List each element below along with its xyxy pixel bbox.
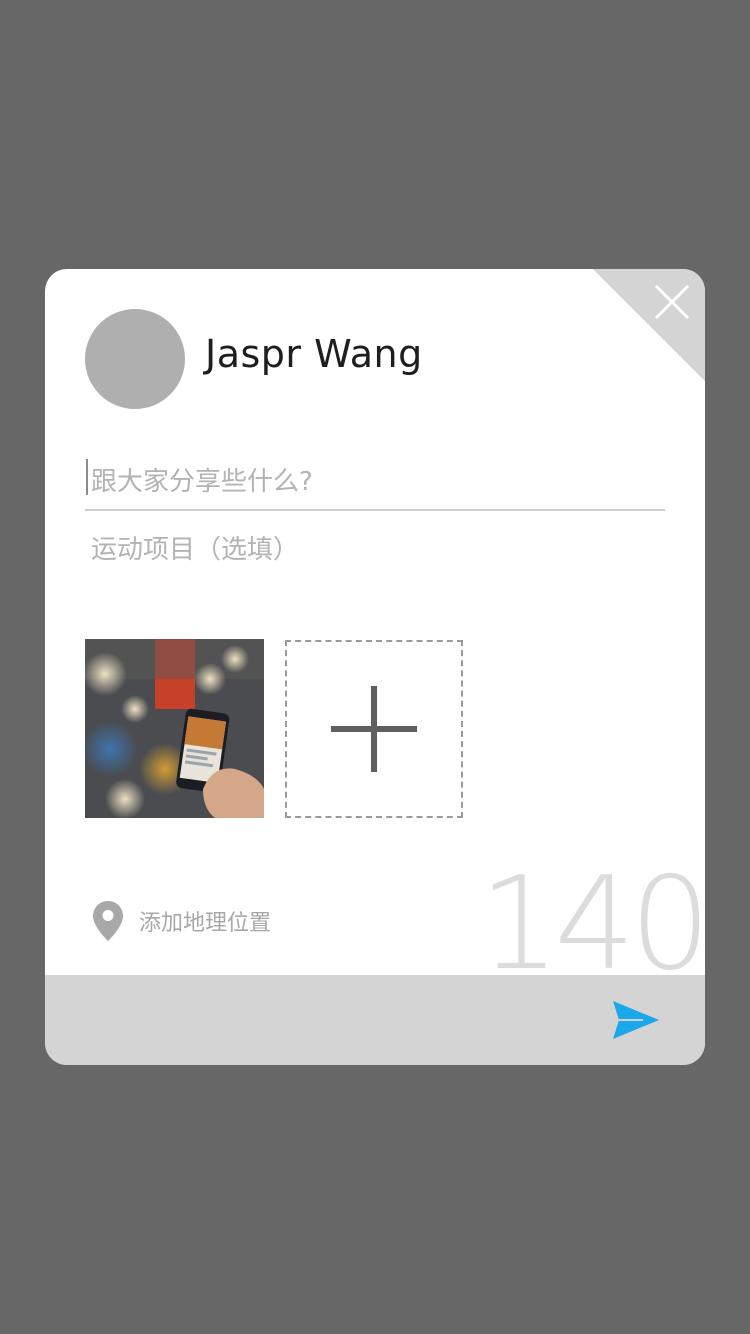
compose-dialog: Jaspr Wang 跟大家分享些什么? 运动项目（选填） 140 添加地理位置 — [45, 269, 705, 1065]
avatar[interactable] — [85, 309, 185, 409]
plus-icon — [331, 686, 417, 772]
close-icon — [654, 284, 690, 320]
map-pin-icon — [93, 901, 123, 941]
share-text-input[interactable] — [85, 455, 665, 511]
add-location-button[interactable]: 添加地理位置 — [93, 899, 271, 943]
sport-type-input[interactable] — [85, 527, 665, 573]
add-photo-button[interactable] — [285, 640, 463, 818]
close-button[interactable] — [651, 281, 693, 323]
character-counter: 140 — [478, 850, 705, 999]
attached-photo-thumbnail[interactable] — [85, 639, 264, 818]
send-icon — [613, 1001, 659, 1039]
location-label: 添加地理位置 — [139, 911, 272, 936]
text-caret — [86, 459, 88, 495]
attached-photo-image — [85, 639, 264, 818]
footer-bar — [45, 975, 705, 1065]
username: Jaspr Wang — [205, 332, 423, 376]
send-button[interactable] — [613, 1001, 659, 1039]
